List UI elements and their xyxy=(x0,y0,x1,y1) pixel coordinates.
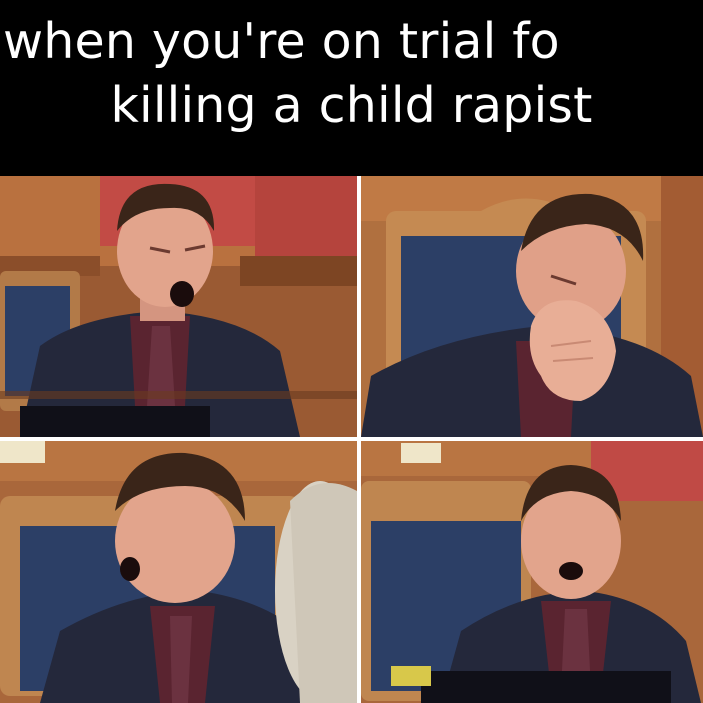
panel-top-right xyxy=(361,176,703,437)
panel-bottom-right xyxy=(361,441,703,703)
photo-grid xyxy=(0,176,703,703)
meme-caption: when you're on trial fo killing a child … xyxy=(0,0,703,176)
panel-top-left xyxy=(0,176,357,437)
yawning-man-photo xyxy=(0,176,357,437)
yawning-man-hand-photo xyxy=(361,176,703,437)
caption-line-1: when you're on trial fo xyxy=(3,13,560,70)
yawning-man-photo xyxy=(361,441,703,703)
panel-bottom-left xyxy=(0,441,357,703)
caption-line-2: killing a child rapist xyxy=(110,77,593,134)
yawning-man-profile-photo xyxy=(0,441,357,703)
